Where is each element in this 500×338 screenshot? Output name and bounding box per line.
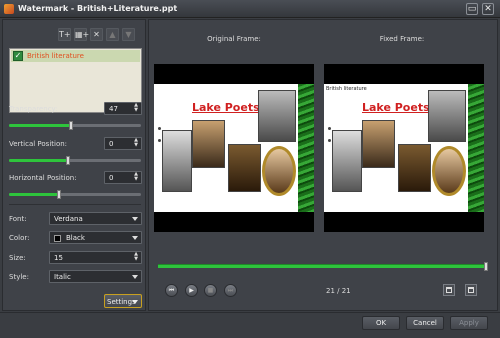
stepper-arrows-icon[interactable]: ▲ ▼ [132, 103, 140, 114]
leaves-border [298, 84, 314, 212]
stepper-arrows-icon[interactable]: ▲ ▼ [132, 138, 140, 149]
transparency-stepper[interactable]: 47 ▲ ▼ [104, 102, 142, 115]
slide-title: Lake Poets [362, 101, 430, 114]
vertical-position-stepper[interactable]: 0 ▲ ▼ [104, 137, 142, 150]
portrait-image [432, 146, 466, 196]
original-frame: Lake Poets [154, 64, 314, 232]
style-value: Italic [54, 273, 71, 281]
previous-icon[interactable]: ⏮ [165, 284, 178, 297]
stepper-arrows-icon[interactable]: ▲ ▼ [132, 252, 140, 263]
font-select[interactable]: Verdana [49, 212, 142, 225]
fit-view-icon[interactable] [443, 284, 455, 296]
restore-icon[interactable]: ▭ [466, 3, 478, 15]
slider-thumb[interactable] [57, 190, 62, 199]
leaves-border [468, 84, 484, 212]
chevron-down-icon [132, 236, 138, 240]
portrait-image [162, 130, 192, 192]
horizontal-position-label: Horizontal Position: [9, 174, 77, 182]
settings-panel: T+ ▦+ ✕ ▲ ▼ ✓ British literature Transpa… [2, 19, 146, 311]
slide: British literature Lake Poets [324, 84, 484, 212]
move-down-icon[interactable]: ▼ [122, 28, 135, 41]
stepper-arrows-icon[interactable]: ▲ ▼ [132, 172, 140, 183]
list-item[interactable]: ✓ British literature [11, 50, 140, 62]
close-icon[interactable]: ✕ [482, 3, 494, 15]
slider-thumb[interactable] [66, 156, 71, 165]
title-bar: Watermark - British+Literature.ppt ▭ ✕ [0, 0, 500, 18]
add-image-watermark-icon[interactable]: ▦+ [74, 28, 89, 41]
add-text-watermark-icon[interactable]: T+ [58, 28, 71, 41]
portrait-image [428, 90, 466, 142]
portrait-image [362, 120, 395, 168]
bullet [158, 139, 161, 142]
slide-title: Lake Poets [192, 101, 260, 114]
window-title: Watermark - British+Literature.ppt [18, 4, 178, 13]
slide: Lake Poets [154, 84, 314, 212]
horizontal-position-value: 0 [109, 174, 114, 182]
slider-fill [9, 159, 69, 162]
vertical-position-value: 0 [109, 140, 114, 148]
portrait-image [192, 120, 225, 168]
next-icon[interactable]: ⏭ [224, 284, 237, 297]
chevron-down-icon [132, 217, 138, 221]
bullet [328, 139, 331, 142]
checkbox[interactable]: ✓ [13, 51, 23, 61]
apply-button[interactable]: Apply [450, 316, 488, 330]
chevron-down-icon [132, 300, 138, 304]
color-swatch [54, 235, 61, 242]
horizontal-position-slider[interactable] [9, 190, 141, 199]
transparency-value: 47 [109, 105, 118, 113]
transparency-label: Transparency: [9, 105, 58, 113]
transparency-slider[interactable] [9, 121, 141, 130]
slider-thumb[interactable] [69, 121, 74, 130]
style-select[interactable]: Italic [49, 270, 142, 283]
stop-icon[interactable]: ■ [204, 284, 217, 297]
dialog-footer: OK Cancel Apply [0, 312, 500, 338]
portrait-image [332, 130, 362, 192]
ok-button[interactable]: OK [362, 316, 400, 330]
chevron-down-icon [132, 275, 138, 279]
font-value: Verdana [54, 215, 83, 223]
watermark-preview-text: British literature [326, 86, 367, 92]
timeline-thumb[interactable] [484, 262, 488, 271]
watermark-toolbar: T+ ▦+ ✕ ▲ ▼ [3, 20, 147, 48]
full-view-icon[interactable] [465, 284, 477, 296]
portrait-image [262, 146, 296, 196]
remove-icon[interactable]: ✕ [90, 28, 103, 41]
vertical-position-label: Vertical Position: [9, 140, 68, 148]
settings-button[interactable]: Settings [104, 294, 142, 308]
play-icon[interactable]: ▶ [185, 284, 198, 297]
slider-fill [9, 193, 60, 196]
portrait-image [398, 144, 431, 192]
size-stepper[interactable]: 15 ▲ ▼ [49, 251, 142, 264]
size-label: Size: [9, 254, 26, 262]
size-value: 15 [54, 254, 63, 262]
divider [9, 204, 141, 205]
portrait-image [258, 90, 296, 142]
original-frame-title: Original Frame: [207, 35, 261, 43]
portrait-image [228, 144, 261, 192]
move-up-icon[interactable]: ▲ [106, 28, 119, 41]
color-value: Black [66, 234, 85, 242]
fixed-frame-title: Fixed Frame: [379, 35, 425, 43]
cancel-button[interactable]: Cancel [406, 316, 444, 330]
fixed-frame: British literature Lake Poets [324, 64, 484, 232]
font-label: Font: [9, 215, 27, 223]
slider-fill [9, 124, 72, 127]
frame-counter: 21 / 21 [326, 287, 351, 295]
timeline-slider[interactable] [158, 262, 488, 271]
color-label: Color: [9, 234, 30, 242]
app-icon [4, 4, 14, 14]
bullet [328, 127, 331, 130]
bullet [158, 127, 161, 130]
style-label: Style: [9, 273, 29, 281]
watermark-label: British literature [27, 52, 84, 60]
vertical-position-slider[interactable] [9, 156, 141, 165]
horizontal-position-stepper[interactable]: 0 ▲ ▼ [104, 171, 142, 184]
color-select[interactable]: Black [49, 231, 142, 244]
